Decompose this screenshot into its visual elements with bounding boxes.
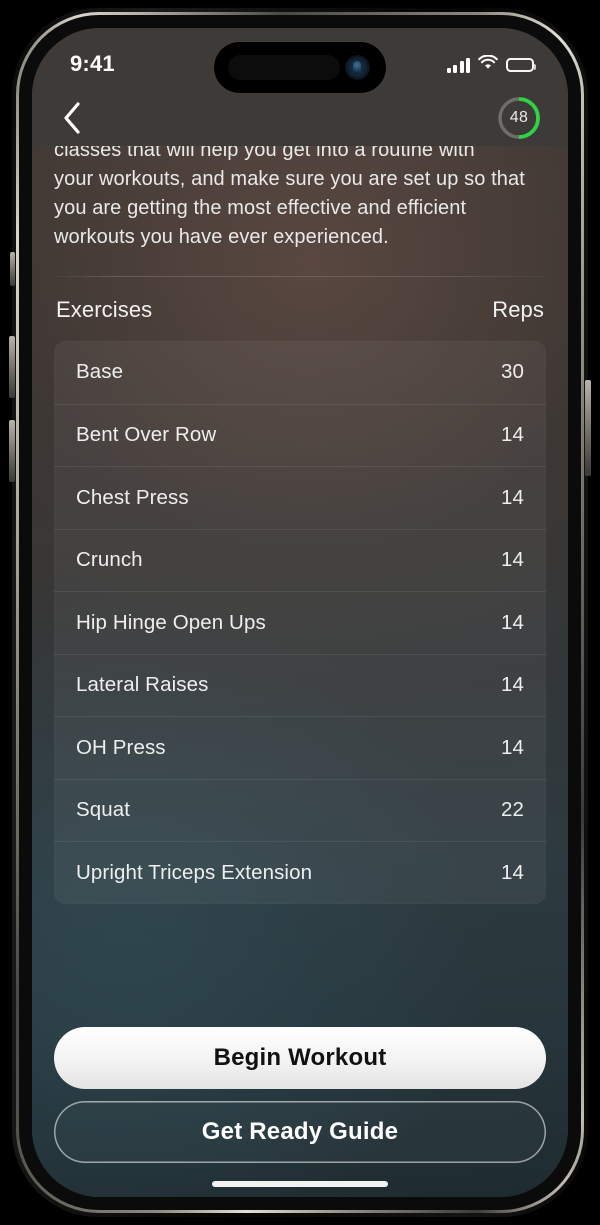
footer-actions: Begin Workout Get Ready Guide [32,1027,568,1163]
table-row[interactable]: Crunch 14 [54,528,546,592]
exercise-reps: 14 [500,735,524,759]
power-button[interactable] [585,380,591,476]
exercise-name: OH Press [76,735,166,759]
exercise-name: Crunch [76,548,143,572]
island-pill [228,55,340,80]
battery-full-icon [506,58,536,72]
home-indicator[interactable] [212,1181,388,1187]
column-header-reps: Reps [492,297,544,322]
begin-workout-button[interactable]: Begin Workout [54,1027,546,1089]
volume-down-button[interactable] [9,420,15,482]
column-header-exercises: Exercises [56,297,153,322]
exercise-reps: 14 [500,548,524,572]
exercise-reps: 30 [500,360,524,384]
intro-body: your workouts, and make sure you are set… [54,168,525,248]
status-indicators [446,53,536,75]
nav-header: 48 [32,90,568,146]
table-row[interactable]: Bent Over Row 14 [54,403,546,467]
progress-ring[interactable]: 48 [496,95,542,141]
exercise-name: Upright Triceps Extension [76,860,313,884]
front-camera-icon [345,55,370,80]
exercise-reps: 14 [500,860,524,884]
exercise-reps: 22 [500,798,524,822]
back-button[interactable] [62,98,98,138]
table-row[interactable]: Upright Triceps Extension 14 [54,841,546,904]
silent-switch-button[interactable] [10,252,15,286]
status-time: 9:41 [70,51,115,76]
exercise-name: Squat [76,798,131,822]
intro-paragraph: classes that will help you get into a ro… [32,136,568,252]
exercise-reps: 14 [500,485,524,509]
exercise-name: Base [76,360,124,384]
phone-screen: classes that will help you get into a ro… [32,28,568,1197]
table-row[interactable]: Chest Press 14 [54,466,546,529]
screenshot-stage: classes that will help you get into a ro… [0,0,600,1225]
volume-up-button[interactable] [9,336,15,398]
table-header-row: Exercises Reps [32,277,568,341]
table-row[interactable]: OH Press 14 [54,716,546,779]
cellular-bars-icon [446,57,470,73]
table-row[interactable]: Hip Hinge Open Ups 14 [54,591,546,654]
exercise-reps: 14 [500,610,524,634]
dynamic-island[interactable] [214,42,386,93]
table-row[interactable]: Squat 22 [54,778,546,842]
exercise-reps: 14 [500,673,524,697]
progress-ring-value: 48 [509,109,529,126]
get-ready-guide-button[interactable]: Get Ready Guide [54,1101,546,1163]
exercise-name: Chest Press [76,485,189,509]
exercise-name: Hip Hinge Open Ups [76,610,266,634]
table-row[interactable]: Lateral Raises 14 [54,653,546,717]
exercise-name: Lateral Raises [76,673,209,697]
chevron-left-icon [62,101,82,135]
exercise-list: Base 30 Bent Over Row 14 Chest Press 14 Crunch… [54,341,546,904]
exercise-reps: 14 [500,423,524,447]
table-row[interactable]: Base 30 [54,341,546,404]
exercise-name: Bent Over Row [76,423,217,447]
wifi-icon [478,54,498,75]
